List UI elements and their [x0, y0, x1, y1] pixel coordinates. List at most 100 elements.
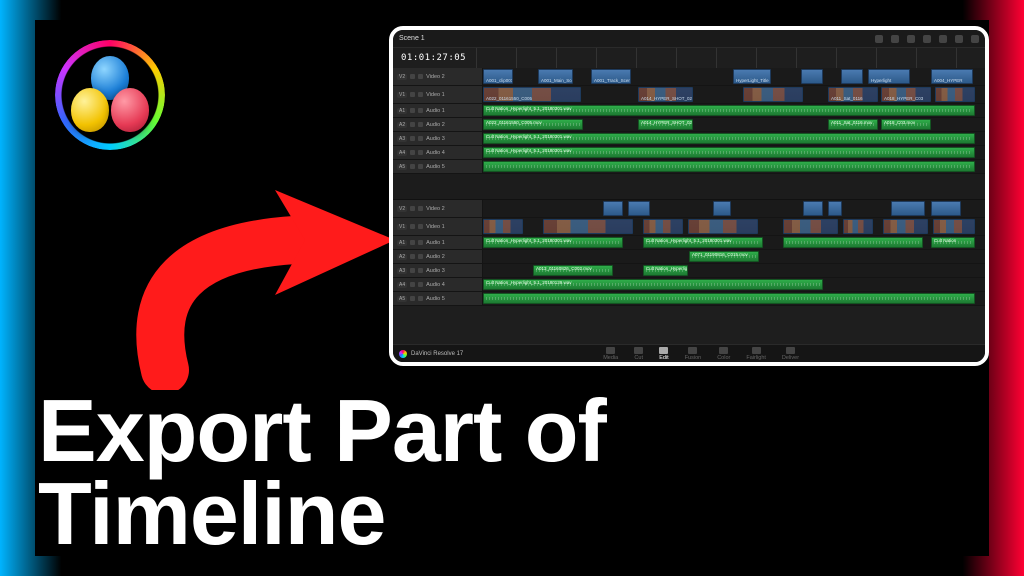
audio-clip[interactable]: A011_Sat_0116.mov [828, 119, 878, 130]
video-clip[interactable]: A001_Track_Scene [591, 69, 631, 84]
video-clip[interactable] [891, 201, 925, 216]
video-clip[interactable] [933, 219, 975, 234]
track-lane[interactable] [483, 160, 985, 173]
track-header[interactable]: A3Audio 3 [393, 132, 483, 145]
audio-clip[interactable]: Cult Nation_Hyperlight_5.1_20180301.wav [483, 133, 975, 144]
video-clip[interactable] [643, 219, 683, 234]
track-lane[interactable]: A013_01160826_C002.mov Cult Nation_Hyperl… [483, 264, 985, 277]
video-clip[interactable]: A022_01161550_C005 [483, 87, 581, 102]
track-header[interactable]: A3Audio 3 [393, 264, 483, 277]
video-clip[interactable]: A001_Main_Scene [538, 69, 573, 84]
tool-icon[interactable] [875, 35, 883, 43]
track-header[interactable]: V1Video 1 [393, 218, 483, 235]
video-clip[interactable]: A011_Sat_0116 [828, 87, 878, 102]
clip-label: Cult Nation_Hyperlight.wav [646, 266, 688, 271]
video-clip[interactable] [931, 201, 961, 216]
audio-clip[interactable]: A071_01190816_C015.mov [689, 251, 759, 262]
audio-clip[interactable] [483, 161, 975, 172]
track-header[interactable]: A1Audio 1 [393, 104, 483, 117]
track-lane[interactable]: A022_01161550_C005 A014_HYPER_SHOT_02 A011… [483, 86, 985, 103]
video-clip[interactable]: A001_clip001 [483, 69, 513, 84]
tool-icon[interactable] [939, 35, 947, 43]
tool-icon[interactable] [907, 35, 915, 43]
track-row: A4Audio 4Cult Nation_Hyperlight_5.1_2018… [393, 278, 985, 292]
clip-label: A011_Sat_0116 [831, 96, 863, 101]
video-clip[interactable] [841, 69, 863, 84]
video-clip[interactable] [828, 201, 842, 216]
clip-label: A001_clip001 [486, 78, 513, 83]
page-tab[interactable]: Fusion [685, 347, 702, 361]
track-header[interactable]: V1Video 1 [393, 86, 483, 103]
audio-clip[interactable]: Cult Nation_Hyperlight_5.1_20180301.wav [643, 237, 763, 248]
track-lane[interactable] [483, 200, 985, 217]
track-header[interactable]: A5Audio 5 [393, 292, 483, 305]
audio-clip[interactable]: Cult Nation_Hyperlight_5.1_20180139.wav [483, 279, 823, 290]
audio-clip[interactable]: Cult Nation [931, 237, 975, 248]
track-header[interactable]: A1Audio 1 [393, 236, 483, 249]
track-lane[interactable]: Cult Nation_Hyperlight_5.1_20180139.wav [483, 278, 985, 291]
track-lane[interactable]: Cult Nation_Hyperlight_5.1_20180301.wav [483, 104, 985, 117]
audio-clip[interactable]: A018_C03.mov [881, 119, 931, 130]
audio-clip[interactable]: A014_HYPER_SHOT_02.mov [638, 119, 693, 130]
video-clip[interactable] [688, 219, 758, 234]
title-line-2: Timeline [38, 472, 606, 556]
audio-clip[interactable] [483, 293, 975, 304]
page-tab[interactable]: Edit [659, 347, 668, 361]
tool-icon[interactable] [891, 35, 899, 43]
track-lane[interactable]: A071_01190816_C015.mov [483, 250, 985, 263]
tool-icon[interactable] [923, 35, 931, 43]
clip-label: A001_Main_Scene [541, 78, 573, 83]
track-header[interactable]: A5Audio 5 [393, 160, 483, 173]
video-clip[interactable] [935, 87, 975, 102]
video-clip[interactable]: Hyperlight [868, 69, 910, 84]
video-clip[interactable] [483, 219, 523, 234]
track-lane[interactable] [483, 292, 985, 305]
davinci-resolve-logo [55, 40, 165, 150]
track-header[interactable]: A4Audio 4 [393, 146, 483, 159]
video-clip[interactable]: A018_HYPER_C03 [881, 87, 931, 102]
video-clip[interactable] [803, 201, 823, 216]
clip-label: A018_HYPER_C03 [884, 96, 923, 101]
track-row: V1Video 1A022_01161550_C005 A014_HYPER_SH… [393, 86, 985, 104]
clip-label: Cult Nation_Hyperlight_5.1_20180301.wav [646, 238, 732, 243]
page-tab[interactable]: Color [717, 347, 730, 361]
page-tab[interactable]: Fairlight [746, 347, 766, 361]
track-lane[interactable]: Cult Nation_Hyperlight_5.1_20180301.wav C… [483, 236, 985, 249]
track-header[interactable]: V2Video 2 [393, 200, 483, 217]
video-clip[interactable] [801, 69, 823, 84]
video-clip[interactable] [628, 201, 650, 216]
tool-icon[interactable] [971, 35, 979, 43]
video-clip[interactable] [603, 201, 623, 216]
toolbar-icons [875, 35, 979, 43]
track-lane[interactable]: A001_clip001 A001_Main_Scene A001_Track_Sc… [483, 68, 985, 85]
video-clip[interactable] [743, 87, 803, 102]
audio-clip[interactable]: Cult Nation_Hyperlight_5.1_20180301.wav [483, 105, 975, 116]
audio-clip[interactable]: Cult Nation_Hyperlight_5.1_20180301.wav [483, 237, 623, 248]
audio-clip[interactable]: Cult Nation_Hyperlight.wav [643, 265, 688, 276]
page-tab[interactable]: Media [603, 347, 618, 361]
track-lane[interactable]: Cult Nation_Hyperlight_5.1_20180301.wav [483, 132, 985, 145]
video-clip[interactable] [883, 219, 928, 234]
track-lane[interactable]: Cult Nation_Hyperlight_5.1_20180301.wav [483, 146, 985, 159]
track-lane[interactable] [483, 218, 985, 235]
audio-clip[interactable]: A013_01160826_C002.mov [533, 265, 613, 276]
video-clip[interactable] [843, 219, 873, 234]
page-tab[interactable]: Deliver [782, 347, 799, 361]
timeline-ruler[interactable] [476, 48, 985, 68]
audio-clip[interactable]: Cult Nation_Hyperlight_5.1_20180301.wav [483, 147, 975, 158]
video-clip[interactable] [713, 201, 731, 216]
video-clip[interactable] [783, 219, 838, 234]
track-header[interactable]: A2Audio 2 [393, 250, 483, 263]
track-header[interactable]: V2Video 2 [393, 68, 483, 85]
page-tab[interactable]: Cut [634, 347, 643, 361]
video-clip[interactable] [543, 219, 633, 234]
track-header[interactable]: A4Audio 4 [393, 278, 483, 291]
audio-clip[interactable] [783, 237, 923, 248]
video-clip[interactable]: HyperLight_Title [733, 69, 771, 84]
track-lane[interactable]: A022_01161550_C005.mov A014_HYPER_SHOT_02… [483, 118, 985, 131]
audio-clip[interactable]: A022_01161550_C005.mov [483, 119, 583, 130]
tool-icon[interactable] [955, 35, 963, 43]
track-header[interactable]: A2Audio 2 [393, 118, 483, 131]
video-clip[interactable]: A014_HYPER_SHOT_02 [638, 87, 693, 102]
video-clip[interactable]: A004_HYPER [931, 69, 973, 84]
